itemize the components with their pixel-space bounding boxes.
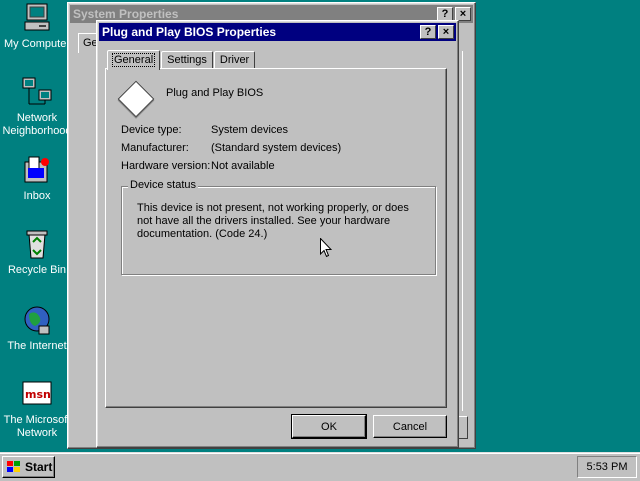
close-button[interactable]: × <box>438 25 454 39</box>
device-status-text: This device is not present, not working … <box>137 202 409 240</box>
taskbar: Start 5:53 PM <box>0 452 640 481</box>
hardware-version-value: Not available <box>211 160 275 172</box>
window-title: System Properties <box>73 7 179 21</box>
help-icon: ? <box>424 25 432 38</box>
device-status-group: Device status This device is not present… <box>121 179 436 275</box>
desktop-icon-label: The Internet <box>7 340 67 352</box>
device-name: Plug and Play BIOS <box>166 87 264 99</box>
close-icon: × <box>459 7 467 20</box>
inbox-icon <box>21 154 53 186</box>
tab-driver[interactable]: Driver <box>213 51 256 69</box>
help-button[interactable]: ? <box>437 7 453 21</box>
bios-properties-dialog[interactable]: Plug and Play BIOS Properties ? × Genera… <box>96 20 459 448</box>
ok-button[interactable]: OK <box>291 414 367 439</box>
tab-label: Settings <box>167 54 207 66</box>
desktop-icon-inbox[interactable]: Inbox <box>0 154 74 203</box>
recycle-bin-icon <box>21 228 53 260</box>
desktop-icon-my-computer[interactable]: My Computer <box>0 2 74 51</box>
manufacturer-value: (Standard system devices) <box>211 142 342 154</box>
desktop-icon-network-neighborhood[interactable]: Network Neighborhood <box>0 76 74 138</box>
dialog-title: Plug and Play BIOS Properties <box>102 25 277 39</box>
network-icon <box>21 76 53 108</box>
desktop-icon-label: Recycle Bin <box>7 264 67 276</box>
cancel-button[interactable]: Cancel <box>373 415 447 438</box>
svg-text:msn: msn <box>25 388 51 401</box>
device-icon <box>117 80 155 118</box>
close-icon: × <box>442 25 450 38</box>
hardware-version-label: Hardware version: <box>121 160 211 172</box>
tab-label: Driver <box>219 54 250 66</box>
msn-icon: msn <box>21 378 53 410</box>
tab-general[interactable]: General <box>107 50 161 70</box>
tab-strip: General Settings Driver <box>107 49 256 70</box>
start-label: Start <box>25 460 53 474</box>
internet-icon <box>21 304 53 336</box>
tab-label: General <box>111 53 156 67</box>
desktop-icon-recycle-bin[interactable]: Recycle Bin <box>0 228 74 277</box>
device-status-legend: Device status <box>128 179 199 191</box>
desktop-icon-label: Neighborhood <box>2 125 72 137</box>
mouse-cursor-icon <box>320 237 333 258</box>
desktop-icon-the-internet[interactable]: The Internet <box>0 304 74 353</box>
system-tray-clock[interactable]: 5:53 PM <box>577 456 637 478</box>
device-type-label: Device type: <box>121 124 182 136</box>
manufacturer-label: Manufacturer: <box>121 142 189 154</box>
desktop-icon-label: Network <box>16 112 58 124</box>
close-button[interactable]: × <box>455 7 471 21</box>
windows-logo-icon <box>6 460 22 474</box>
help-button[interactable]: ? <box>420 25 436 39</box>
help-icon: ? <box>441 7 449 20</box>
desktop-icon-label: Inbox <box>23 190 51 202</box>
desktop-icon-the-microsoft-network[interactable]: msn The Microsoft Network <box>0 378 74 440</box>
desktop-icon-label: The Microsoft <box>3 414 71 426</box>
bios-properties-titlebar[interactable]: Plug and Play BIOS Properties ? × <box>99 23 456 41</box>
tab-settings[interactable]: Settings <box>161 51 213 69</box>
desktop-icon-label: Network <box>16 427 58 439</box>
computer-icon <box>21 2 53 34</box>
start-button[interactable]: Start <box>2 456 55 478</box>
desktop-icon-label: My Computer <box>3 38 71 50</box>
device-type-value: System devices <box>211 124 289 136</box>
general-tab-panel: Plug and Play BIOS Device type: System d… <box>105 68 447 408</box>
